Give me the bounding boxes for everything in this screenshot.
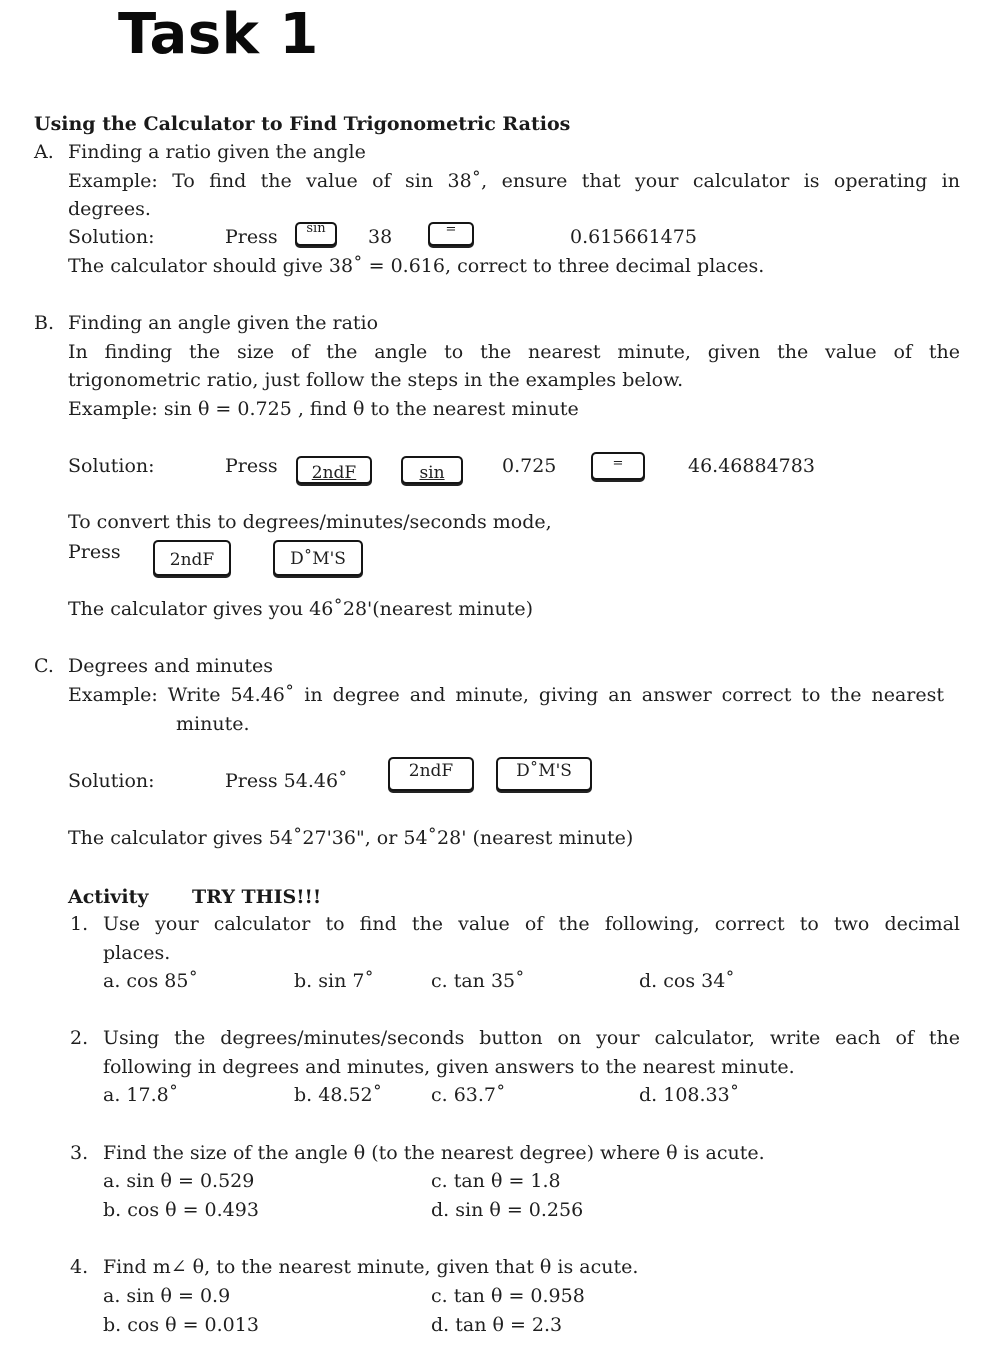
section-a-press-label: Press xyxy=(225,226,278,248)
question-text-line2: following in degrees and minutes, given … xyxy=(103,1056,795,1078)
section-b-intro-line2: trigonometric ratio, just follow the ste… xyxy=(68,369,684,391)
equals-key: = xyxy=(591,452,645,480)
2ndf-key: 2ndF xyxy=(296,456,372,484)
section-b-convert-text: To convert this to degrees/minutes/secon… xyxy=(68,511,552,533)
activity-tagline: TRY THIS!!! xyxy=(192,886,322,908)
question-item-b: b. cos θ = 0.493 xyxy=(103,1199,259,1221)
section-b-intro-line1: In finding the size of the angle to the … xyxy=(68,341,960,363)
sin-key-label: sin xyxy=(306,221,326,236)
question-item-b: b. 48.52˚ xyxy=(294,1084,383,1106)
question-text-line1: Using the degrees/minutes/seconds button… xyxy=(103,1027,960,1049)
section-a-solution-label: Solution: xyxy=(68,226,155,248)
section-a-input-value: 38 xyxy=(368,226,393,248)
question-item-c: c. tan θ = 1.8 xyxy=(431,1170,561,1192)
question-item-b: b. sin 7˚ xyxy=(294,970,374,992)
question-item-a: a. sin θ = 0.529 xyxy=(103,1170,255,1192)
question-text-line1: Find the size of the angle θ (to the nea… xyxy=(103,1142,765,1164)
dms-key: D˚M'S xyxy=(273,540,363,576)
question-number: 1. xyxy=(70,913,89,935)
section-a-result: 0.615661475 xyxy=(570,226,697,248)
question-number: 3. xyxy=(70,1142,89,1164)
section-c-conclusion: The calculator gives 54˚27'36", or 54˚28… xyxy=(68,827,634,849)
section-a-example-line1: Example: To find the value of sin 38˚, e… xyxy=(68,170,960,192)
section-a-conclusion: The calculator should give 38˚ = 0.616, … xyxy=(68,255,765,277)
2ndf-key-label: 2ndF xyxy=(408,761,454,781)
2ndf-key-label: 2ndF xyxy=(311,463,357,483)
question-text-line1: Find m∠ θ, to the nearest minute, given … xyxy=(103,1256,639,1278)
question-number: 2. xyxy=(70,1027,89,1049)
section-b-input-value: 0.725 xyxy=(502,455,557,477)
question-item-c: c. 63.7˚ xyxy=(431,1084,506,1106)
section-c-example-line1: Example: Write 54.46˚ in degree and minu… xyxy=(68,684,944,706)
question-item-d: d. 108.33˚ xyxy=(639,1084,740,1106)
section-c-heading: Degrees and minutes xyxy=(68,655,273,677)
page-title: Task 1 xyxy=(118,2,319,67)
activity-label: Activity xyxy=(68,886,149,908)
section-b-solution-label: Solution: xyxy=(68,455,155,477)
section-c-label: C. xyxy=(34,655,54,677)
question-item-d: d. tan θ = 2.3 xyxy=(431,1314,563,1336)
section-c-press-label: Press 54.46˚ xyxy=(225,770,348,792)
section-b-result: 46.46884783 xyxy=(688,455,815,477)
section-a-example-line2: degrees. xyxy=(68,198,151,220)
sin-key: sin xyxy=(401,456,463,484)
equals-key-label: = xyxy=(612,456,624,471)
section-b-press-label2: Press xyxy=(68,541,121,563)
equals-key-label: = xyxy=(445,222,457,237)
section-c-example-line2: minute. xyxy=(176,713,250,735)
question-text-line1: Use your calculator to find the value of… xyxy=(103,913,960,935)
section-b-press-label: Press xyxy=(225,455,278,477)
section-b-example: Example: sin θ = 0.725 , find θ to the n… xyxy=(68,398,579,420)
section-b-heading: Finding an angle given the ratio xyxy=(68,312,379,334)
question-item-d: d. cos 34˚ xyxy=(639,970,735,992)
section-c-solution-label: Solution: xyxy=(68,770,155,792)
section-a-label: A. xyxy=(34,141,54,163)
question-text-line2: places. xyxy=(103,942,171,964)
section-a-heading: Finding a ratio given the angle xyxy=(68,141,366,163)
page-subtitle: Using the Calculator to Find Trigonometr… xyxy=(34,113,571,135)
dms-key-label: D˚M'S xyxy=(516,761,572,781)
dms-key-label: D˚M'S xyxy=(290,549,346,569)
sin-key-label: sin xyxy=(419,463,445,483)
question-item-a: a. 17.8˚ xyxy=(103,1084,179,1106)
question-item-a: a. cos 85˚ xyxy=(103,970,198,992)
question-item-c: c. tan 35˚ xyxy=(431,970,525,992)
sin-key: sin xyxy=(295,222,337,246)
question-item-d: d. sin θ = 0.256 xyxy=(431,1199,584,1221)
equals-key: = xyxy=(428,222,474,246)
question-item-b: b. cos θ = 0.013 xyxy=(103,1314,259,1336)
question-item-c: c. tan θ = 0.958 xyxy=(431,1285,585,1307)
section-b-label: B. xyxy=(34,312,55,334)
2ndf-key: 2ndF xyxy=(153,540,231,576)
question-item-a: a. sin θ = 0.9 xyxy=(103,1285,231,1307)
2ndf-key: 2ndF xyxy=(388,757,474,791)
2ndf-key-label: 2ndF xyxy=(169,550,215,570)
dms-key: D˚M'S xyxy=(496,757,592,791)
section-b-conclusion: The calculator gives you 46˚28'(nearest … xyxy=(68,598,534,620)
question-number: 4. xyxy=(70,1256,89,1278)
